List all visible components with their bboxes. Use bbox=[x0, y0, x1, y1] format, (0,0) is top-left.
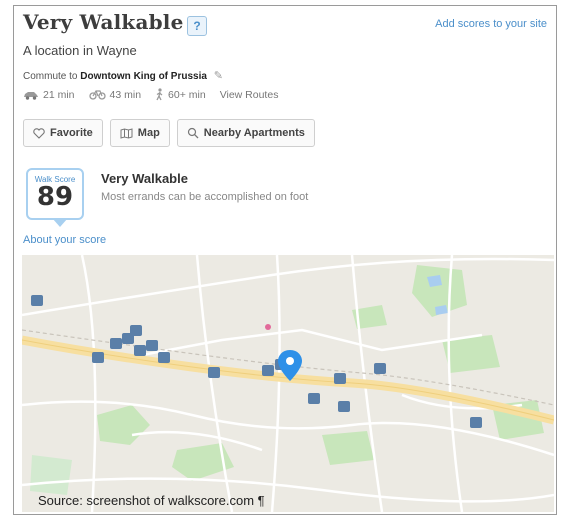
location-subtitle: A location in Wayne bbox=[23, 43, 137, 58]
about-score-link[interactable]: About your score bbox=[23, 234, 106, 246]
map-icon bbox=[120, 127, 133, 139]
walk-score-value: 89 bbox=[36, 182, 74, 212]
walk-icon bbox=[156, 88, 163, 101]
commute-modes: 21 min 43 min 60+ min View Routes bbox=[23, 88, 278, 101]
commute-destination[interactable]: Downtown King of Prussia bbox=[80, 71, 207, 82]
nearby-apartments-button[interactable]: Nearby Apartments bbox=[176, 119, 315, 147]
map-label: Map bbox=[137, 127, 160, 139]
car-icon bbox=[24, 91, 38, 100]
score-description: Most errands can be accomplished on foot bbox=[101, 191, 309, 203]
car-time: 21 min bbox=[43, 88, 75, 101]
commute-line: Commute to Downtown King of Prussia ✎ bbox=[23, 69, 223, 82]
view-routes-link[interactable]: View Routes bbox=[220, 89, 279, 101]
nearby-apartments-label: Nearby Apartments bbox=[203, 127, 305, 139]
source-caption: Source: screenshot of walkscore.com ¶ bbox=[38, 493, 265, 508]
help-button[interactable]: ? bbox=[187, 16, 207, 36]
map-canvas bbox=[22, 255, 554, 512]
commute-prefix: Commute to bbox=[23, 71, 78, 82]
commute-mode-walk: 60+ min bbox=[155, 88, 206, 101]
commute-mode-bike: 43 min bbox=[88, 88, 142, 101]
action-buttons: Favorite Map Nearby Apartments bbox=[23, 119, 315, 147]
commute-mode-car: 21 min bbox=[23, 89, 75, 101]
bike-icon bbox=[88, 90, 106, 100]
page-title: Very Walkable bbox=[23, 10, 184, 34]
walkscore-panel: Very Walkable ? Add scores to your site … bbox=[13, 5, 557, 515]
add-scores-link[interactable]: Add scores to your site bbox=[435, 18, 547, 30]
score-title: Very Walkable bbox=[101, 171, 188, 186]
bike-time: 43 min bbox=[109, 88, 142, 101]
edit-pencil-icon[interactable]: ✎ bbox=[214, 69, 223, 82]
walk-score-badge: Walk Score 89 bbox=[26, 168, 84, 220]
favorite-button[interactable]: Favorite bbox=[23, 119, 103, 147]
search-icon bbox=[187, 127, 199, 139]
heart-icon bbox=[33, 127, 45, 139]
badge-pointer bbox=[52, 218, 68, 227]
map-button[interactable]: Map bbox=[109, 119, 170, 147]
favorite-label: Favorite bbox=[50, 127, 93, 139]
walk-time: 60+ min bbox=[168, 88, 206, 101]
neighborhood-map[interactable] bbox=[22, 255, 554, 512]
